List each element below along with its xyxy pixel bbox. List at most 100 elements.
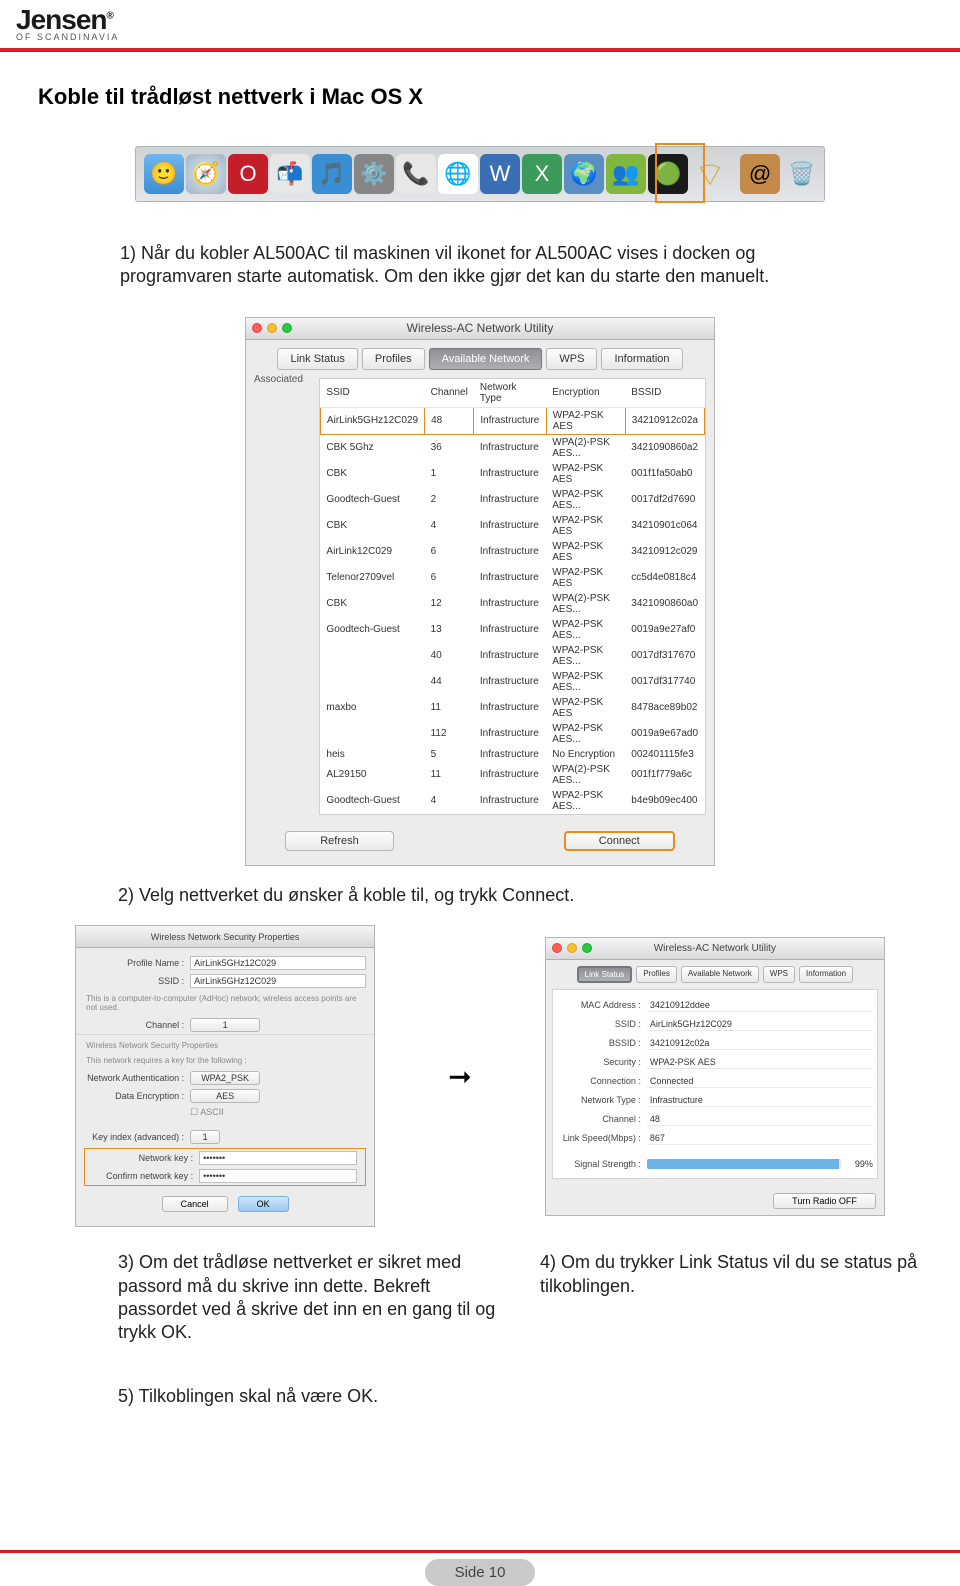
profile-name-field[interactable]: AirLink5GHz12C029 <box>190 956 366 970</box>
window-titlebar: Wireless-AC Network Utility <box>246 318 714 340</box>
mac-address-value: 34210912ddee <box>647 999 873 1012</box>
link-speed-value: 867 <box>647 1132 873 1145</box>
network-row[interactable]: CBK12InfrastructureWPA(2)-PSK AES...3421… <box>320 591 704 617</box>
network-row[interactable]: CBK1InfrastructureWPA2-PSK AES001f1fa50a… <box>320 461 704 487</box>
arrow-icon: ➞ <box>448 1060 471 1093</box>
footer-divider <box>0 1550 960 1553</box>
dock-gap <box>732 154 738 194</box>
tab-available-network[interactable]: Available Network <box>429 348 543 370</box>
network-list-table: SSIDChannelNetwork TypeEncryptionBSSID A… <box>319 378 706 815</box>
ascii-checkbox-label[interactable]: ASCII <box>200 1107 224 1117</box>
confirm-key-label: Confirm network key : <box>93 1171 193 1181</box>
key-required-note: This network requires a key for the foll… <box>76 1052 374 1069</box>
refresh-button[interactable]: Refresh <box>285 831 394 851</box>
confirm-key-field[interactable]: ••••••• <box>199 1169 357 1183</box>
network-row[interactable]: 44InfrastructureWPA2-PSK AES...0017df317… <box>320 669 704 695</box>
brand-header: Jensen® OF SCANDINAVIA <box>0 0 960 46</box>
network-row[interactable]: CBK 5Ghz36InfrastructureWPA(2)-PSK AES..… <box>320 434 704 461</box>
signal-strength-label: Signal Strength : <box>557 1159 647 1169</box>
network-row[interactable]: AL2915011InfrastructureWPA(2)-PSK AES...… <box>320 762 704 788</box>
table-header-row: SSIDChannelNetwork TypeEncryptionBSSID <box>320 379 704 408</box>
turn-radio-off-button[interactable]: Turn Radio OFF <box>773 1193 876 1209</box>
page-title: Koble til trådløst nettverk i Mac OS X <box>38 84 922 110</box>
ssid-label: SSID : <box>557 1019 647 1029</box>
security-properties-dialog: Wireless Network Security Properties Pro… <box>75 925 375 1227</box>
network-row[interactable]: AirLink12C0296InfrastructureWPA2-PSK AES… <box>320 539 704 565</box>
auth-dropdown[interactable]: WPA2_PSK <box>190 1071 260 1085</box>
tab-wps[interactable]: WPS <box>763 966 795 983</box>
network-type-value: Infrastructure <box>647 1094 873 1107</box>
associated-label: Associated <box>246 370 311 823</box>
ssid-value: AirLink5GHz12C029 <box>647 1018 873 1031</box>
tab-profiles[interactable]: Profiles <box>636 966 677 983</box>
tab-link-status[interactable]: Link Status <box>577 966 633 983</box>
network-row[interactable]: 112InfrastructureWPA2-PSK AES...0019a9e6… <box>320 721 704 747</box>
network-type-label: Network Type : <box>557 1095 647 1105</box>
network-utility-window: Wireless-AC Network Utility Link Status … <box>245 317 715 866</box>
tab-wps[interactable]: WPS <box>546 348 597 370</box>
dock-excel-icon: X <box>522 154 562 194</box>
ssid-label: SSID : <box>84 976 184 986</box>
mac-address-label: MAC Address : <box>557 1000 647 1010</box>
network-row[interactable]: Goodtech-Guest2InfrastructureWPA2-PSK AE… <box>320 487 704 513</box>
network-row[interactable]: Goodtech-Guest4InfrastructureWPA2-PSK AE… <box>320 788 704 814</box>
tab-bar: Link Status Profiles Available Network W… <box>246 340 714 370</box>
network-key-label: Network key : <box>93 1153 193 1163</box>
dock-settings-icon: ⚙️ <box>354 154 394 194</box>
encryption-dropdown[interactable]: AES <box>190 1089 260 1103</box>
page-number: Side 10 <box>425 1559 535 1586</box>
bssid-value: 34210912c02a <box>647 1037 873 1050</box>
security-value: WPA2-PSK AES <box>647 1056 873 1069</box>
channel-dropdown[interactable]: 1 <box>190 1018 260 1032</box>
network-row[interactable]: maxbo11InfrastructureWPA2-PSK AES8478ace… <box>320 695 704 721</box>
ssid-field[interactable]: AirLink5GHz12C029 <box>190 974 366 988</box>
connection-label: Connection : <box>557 1076 647 1086</box>
auth-label: Network Authentication : <box>84 1073 184 1083</box>
dialog-titlebar: Wireless Network Security Properties <box>76 926 374 948</box>
dock-highlight-box <box>655 143 705 203</box>
dialog-title: Wireless Network Security Properties <box>76 932 374 942</box>
network-row[interactable]: Telenor2709vel6InfrastructureWPA2-PSK AE… <box>320 565 704 591</box>
window-titlebar: Wireless-AC Network Utility <box>546 938 884 960</box>
macos-dock: 🙂 🧭 O 📬 🎵 ⚙️ 📞 🌐 W X 🌍 👥 🟢 ⌔ @ 🗑️ <box>135 146 825 202</box>
step-2-text: 2) Velg nettverket du ønsker å koble til… <box>118 884 922 907</box>
dock-mail-icon: 📬 <box>270 154 310 194</box>
key-index-label: Key index (advanced) : <box>84 1132 184 1142</box>
network-row[interactable]: heis5InfrastructureNo Encryption00240111… <box>320 747 704 762</box>
link-speed-label: Link Speed(Mbps) : <box>557 1133 647 1143</box>
network-key-field[interactable]: ••••••• <box>199 1151 357 1165</box>
dock-itunes-icon: 🎵 <box>312 154 352 194</box>
dock-finder-icon: 🙂 <box>144 154 184 194</box>
signal-strength-bar <box>647 1159 841 1169</box>
connection-value: Connected <box>647 1075 873 1088</box>
channel-label: Channel : <box>84 1020 184 1030</box>
dock-trash-icon: 🗑️ <box>782 154 822 194</box>
key-index-dropdown[interactable]: 1 <box>190 1130 220 1144</box>
step-5-text: 5) Tilkoblingen skal nå være OK. <box>118 1385 922 1408</box>
network-row[interactable]: Goodtech-Guest13InfrastructureWPA2-PSK A… <box>320 617 704 643</box>
tab-information[interactable]: Information <box>601 348 682 370</box>
brand-subtitle: OF SCANDINAVIA <box>16 32 944 42</box>
tab-profiles[interactable]: Profiles <box>362 348 425 370</box>
step-1-text: 1) Når du kobler AL500AC til maskinen vi… <box>120 242 840 289</box>
profile-name-label: Profile Name : <box>84 958 184 968</box>
security-label: Security : <box>557 1057 647 1067</box>
tab-information[interactable]: Information <box>799 966 853 983</box>
dock-globe-icon: 🌍 <box>564 154 604 194</box>
cancel-button[interactable]: Cancel <box>162 1196 228 1212</box>
tab-available-network[interactable]: Available Network <box>681 966 759 983</box>
window-title: Wireless-AC Network Utility <box>246 321 714 335</box>
encryption-label: Data Encryption : <box>84 1091 184 1101</box>
adhoc-note: This is a computer-to-computer (AdHoc) n… <box>76 990 374 1016</box>
channel-value: 48 <box>647 1113 873 1126</box>
tab-link-status[interactable]: Link Status <box>277 348 357 370</box>
window-title: Wireless-AC Network Utility <box>546 943 884 954</box>
dock-contacts-icon: @ <box>740 154 780 194</box>
link-status-window: Wireless-AC Network Utility Link Status … <box>545 937 885 1216</box>
connect-button[interactable]: Connect <box>564 831 675 851</box>
network-row[interactable]: CBK4InfrastructureWPA2-PSK AES34210901c0… <box>320 513 704 539</box>
ok-button[interactable]: OK <box>238 1196 289 1212</box>
security-heading: Wireless Network Security Properties <box>76 1034 374 1052</box>
network-row[interactable]: 40InfrastructureWPA2-PSK AES...0017df317… <box>320 643 704 669</box>
network-row[interactable]: AirLink5GHz12C02948InfrastructureWPA2-PS… <box>320 407 704 434</box>
